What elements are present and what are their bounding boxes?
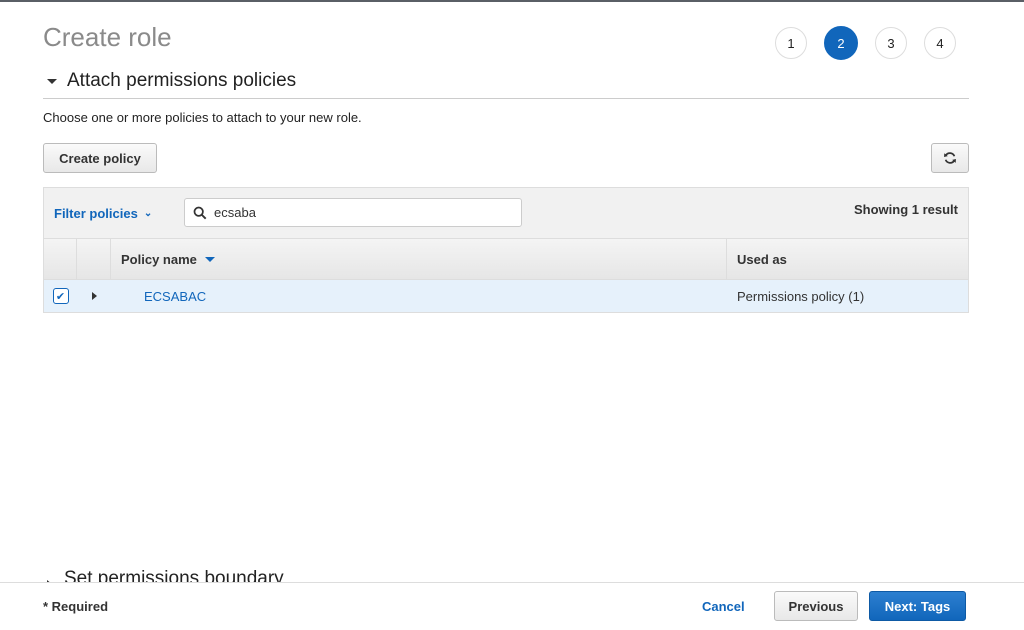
footer: * Required Cancel Previous Next: Tags — [0, 582, 1024, 630]
result-count: Showing 1 result — [853, 202, 958, 217]
policy-name-link[interactable]: ECSABAC — [111, 280, 727, 312]
table-header: Policy name Used as — [44, 239, 968, 280]
filter-policies-label: Filter policies — [54, 205, 138, 221]
refresh-button[interactable] — [931, 143, 969, 173]
section-description: Choose one or more policies to attach to… — [43, 110, 362, 125]
chevron-down-icon: ⌄ — [143, 207, 153, 219]
cancel-link[interactable]: Cancel — [702, 599, 745, 614]
checkmark-icon: ✔ — [55, 290, 66, 303]
sort-desc-icon[interactable] — [204, 256, 215, 262]
step-3[interactable]: 3 — [875, 27, 907, 59]
column-policy-name-label: Policy name — [121, 251, 197, 267]
search-icon — [193, 206, 207, 219]
search-box[interactable] — [184, 198, 522, 227]
header-expand-cell — [77, 239, 111, 279]
caret-down-icon — [47, 78, 57, 84]
row-check-cell: ✔ — [44, 280, 77, 312]
expand-row-icon[interactable] — [91, 292, 97, 300]
refresh-icon — [944, 152, 956, 164]
search-input[interactable] — [212, 204, 496, 221]
section-attach-policies[interactable]: Attach permissions policies — [43, 70, 969, 99]
step-4[interactable]: 4 — [924, 27, 956, 59]
wizard-steps: 1 2 3 4 — [775, 26, 956, 60]
next-tags-button[interactable]: Next: Tags — [869, 591, 966, 621]
column-policy-name[interactable]: Policy name — [111, 239, 727, 279]
row-expand-cell — [77, 280, 111, 312]
step-2-active[interactable]: 2 — [824, 26, 858, 60]
table-row[interactable]: ✔ ECSABAC Permissions policy (1) — [44, 280, 968, 312]
column-used-as[interactable]: Used as — [727, 239, 968, 279]
row-checkbox[interactable]: ✔ — [52, 288, 69, 304]
filter-bar: Filter policies ⌄ Showing 1 result — [44, 188, 968, 239]
section-title: Attach permissions policies — [67, 70, 297, 91]
policies-table: Filter policies ⌄ Showing 1 result Polic… — [43, 187, 969, 313]
create-policy-button[interactable]: Create policy — [43, 143, 157, 173]
step-1[interactable]: 1 — [775, 27, 807, 59]
policy-used-as: Permissions policy (1) — [737, 288, 865, 304]
page-title: Create role — [43, 22, 172, 52]
filter-policies-dropdown[interactable]: Filter policies ⌄ — [54, 206, 184, 221]
header-check-cell — [44, 239, 77, 279]
previous-button[interactable]: Previous — [774, 591, 858, 621]
required-note: * Required — [43, 599, 109, 614]
